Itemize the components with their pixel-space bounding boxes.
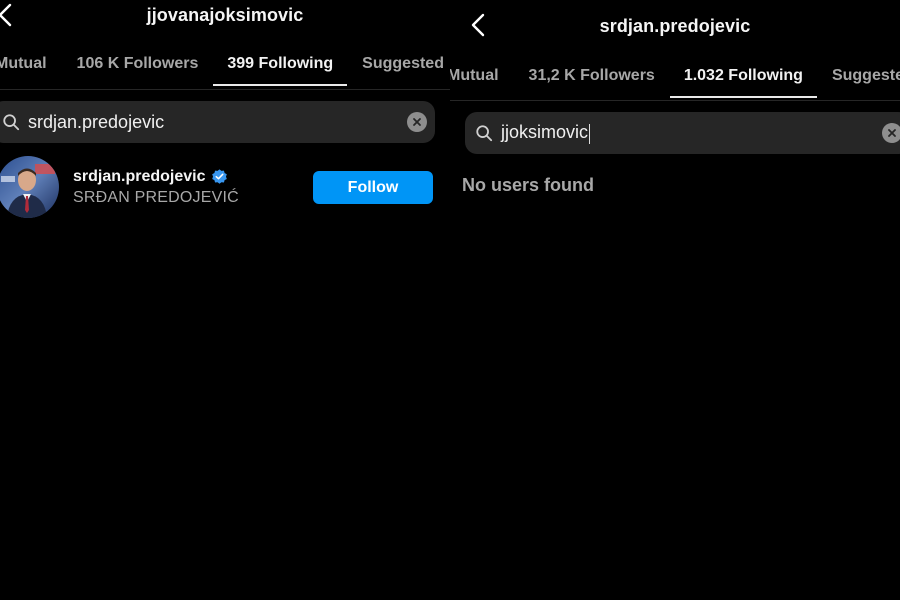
right-profile-screen: srdjan.predojevic Mutual 31,2 K Follower… (450, 0, 900, 600)
avatar[interactable] (0, 156, 59, 218)
chevron-left-icon (0, 3, 12, 27)
tabs-divider (450, 100, 900, 101)
verified-badge-icon (211, 169, 227, 184)
search-bar[interactable]: srdjan.predojevic (0, 101, 435, 143)
right-tabs: Mutual 31,2 K Followers 1.032 Following … (450, 56, 900, 98)
tab-following[interactable]: 1.032 Following (669, 56, 818, 98)
search-input[interactable]: jjoksimovic (501, 122, 882, 144)
user-info: srdjan.predojevic SRĐAN PREDOJEVIĆ (73, 168, 239, 207)
page-title: jjovanajoksimovic (146, 4, 304, 25)
clear-search-button[interactable] (882, 123, 900, 143)
user-result-row[interactable]: srdjan.predojevic SRĐAN PREDOJEVIĆ (0, 156, 239, 218)
right-header: srdjan.predojevic (450, 12, 900, 40)
back-button[interactable] (467, 12, 489, 38)
tab-suggested[interactable]: Suggested (347, 44, 450, 84)
empty-state-message: No users found (462, 175, 595, 195)
tab-mutual[interactable]: Mutual (450, 56, 514, 96)
full-name: SRĐAN PREDOJEVIĆ (73, 188, 239, 206)
search-icon (476, 125, 493, 142)
search-bar[interactable]: jjoksimovic (465, 112, 900, 154)
page-title: srdjan.predojevic (599, 15, 751, 36)
close-icon (888, 129, 896, 137)
avatar-image (0, 156, 59, 218)
left-header: jjovanajoksimovic (0, 2, 450, 28)
follow-button[interactable]: Follow (313, 171, 433, 204)
tab-following[interactable]: 399 Following (213, 44, 347, 86)
tab-suggested[interactable]: Suggested (817, 56, 900, 96)
clear-search-button[interactable] (407, 112, 427, 132)
chevron-left-icon (471, 13, 485, 37)
text-cursor (589, 123, 591, 144)
tab-mutual[interactable]: Mutual (0, 44, 62, 84)
tab-followers[interactable]: 106 K Followers (62, 44, 214, 84)
tab-followers[interactable]: 31,2 K Followers (514, 56, 670, 96)
close-icon (413, 118, 421, 126)
search-query: jjoksimovic (501, 122, 589, 143)
username: srdjan.predojevic (73, 167, 206, 185)
left-profile-screen: jjovanajoksimovic Mutual 106 K Followers… (0, 0, 450, 600)
search-input[interactable]: srdjan.predojevic (28, 112, 407, 133)
search-icon (3, 114, 20, 131)
tabs-divider (0, 89, 450, 90)
left-tabs: Mutual 106 K Followers 399 Following Sug… (0, 44, 450, 86)
back-button[interactable] (0, 2, 16, 28)
